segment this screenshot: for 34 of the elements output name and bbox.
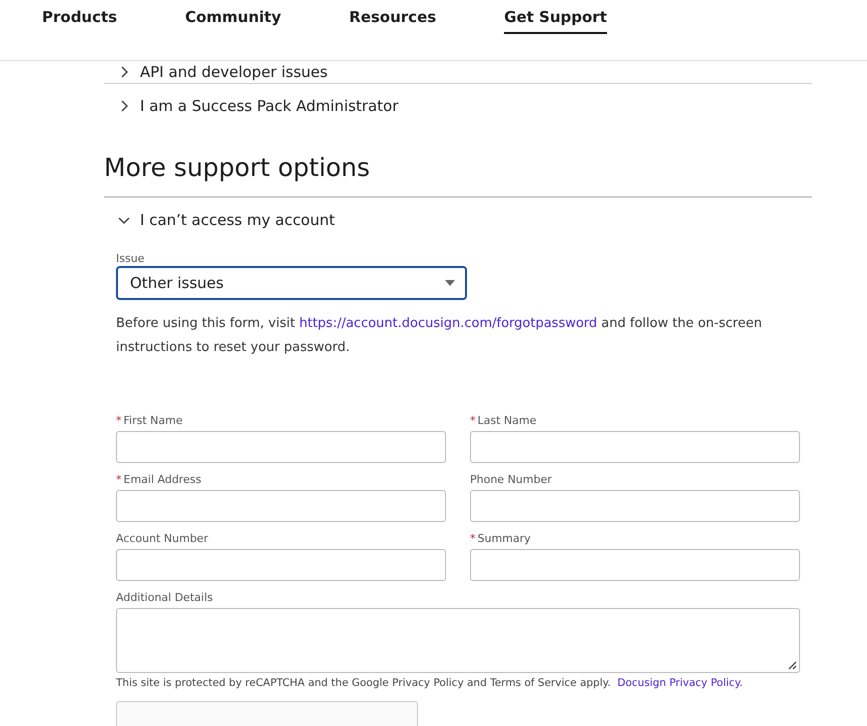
required-mark: * <box>116 414 122 427</box>
required-mark: * <box>470 532 476 545</box>
field-label: Phone Number <box>470 473 552 486</box>
nav-link[interactable]: Resources <box>349 0 436 34</box>
accordion-item[interactable]: API and developer issues <box>104 61 812 83</box>
nav-link[interactable]: Get Support <box>504 0 607 34</box>
input-field[interactable] <box>116 431 446 463</box>
required-mark: * <box>470 414 476 427</box>
field-label: Additional Details <box>116 591 213 604</box>
recaptcha-notice: This site is protected by reCAPTCHA and the Google Privacy Policy and Terms of Service apply. Docusign Privacy Policy. <box>116 677 744 689</box>
field-label: Account Number <box>116 532 208 545</box>
input-field[interactable] <box>470 490 800 522</box>
input-field[interactable] <box>470 549 800 581</box>
input-field[interactable] <box>116 490 446 522</box>
notice-text: Before using this form, visit https://account.docusign.com/forgotpassword and follow the on-screen instructions to reset your password. <box>116 315 763 357</box>
issue-dropdown[interactable]: Other issues <box>116 266 467 300</box>
field-label: Email Address <box>124 473 202 486</box>
accordion-item[interactable]: I am a Success Pack Administrator <box>104 84 812 128</box>
field-label: Summary <box>478 532 531 545</box>
nav-link[interactable]: Community <box>185 0 282 34</box>
field-label: Issue <box>116 252 146 265</box>
required-mark: * <box>116 473 122 486</box>
input-field[interactable] <box>116 549 446 581</box>
privacy-policy-link[interactable]: Docusign Privacy Policy. <box>617 677 743 689</box>
recaptcha-widget[interactable] <box>116 701 418 726</box>
field-label: Last Name <box>478 414 536 427</box>
dropdown-arrow-icon <box>445 280 455 286</box>
section-heading: More support options <box>104 153 371 182</box>
resize-handle-icon[interactable] <box>788 661 797 670</box>
nav-link[interactable]: Products <box>42 0 118 34</box>
input-field[interactable] <box>470 431 800 463</box>
accordion-item[interactable]: I can’t access my account <box>104 198 812 242</box>
forgot-password-link[interactable]: https://account.docusign.com/forgotpassword <box>299 316 598 331</box>
field-label: First Name <box>124 414 183 427</box>
